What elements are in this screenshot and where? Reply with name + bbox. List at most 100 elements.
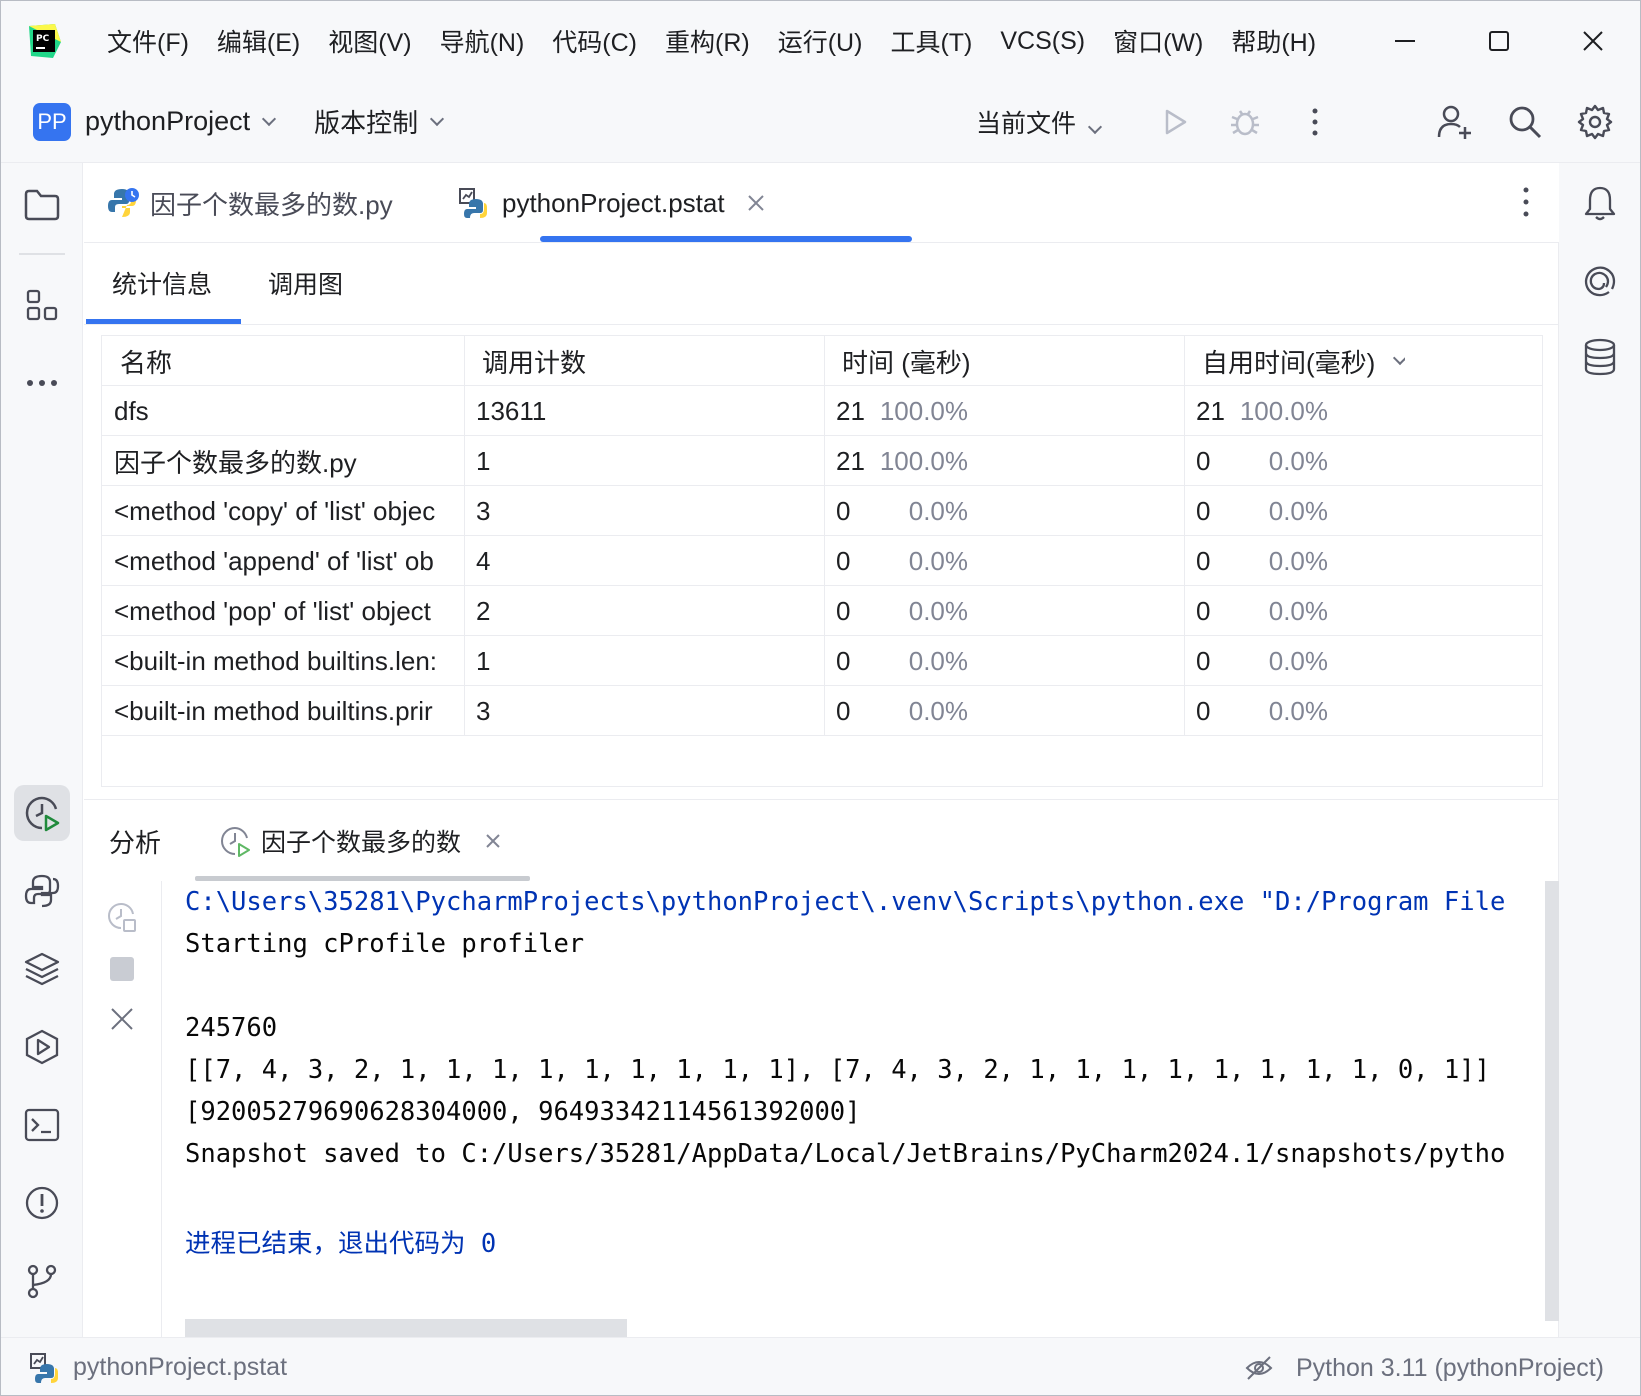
menu-file[interactable]: 文件(F) xyxy=(107,23,189,59)
column-divider[interactable] xyxy=(1184,336,1185,736)
search-everywhere-button[interactable] xyxy=(1490,81,1560,163)
close-tab-icon[interactable] xyxy=(747,194,765,212)
run-button[interactable] xyxy=(1140,81,1210,163)
settings-button[interactable] xyxy=(1560,81,1630,163)
cell-name: <built-in method builtins.prir xyxy=(114,695,433,726)
editor-tab-pstat[interactable]: pythonProject.pstat xyxy=(458,163,765,243)
status-breadcrumb[interactable]: pythonProject.pstat xyxy=(73,1353,287,1382)
problems-icon xyxy=(25,1186,59,1220)
status-right: Python 3.11 (pythonProject) xyxy=(1244,1338,1604,1395)
stop-button[interactable] xyxy=(110,957,134,981)
vcs-widget[interactable]: 版本控制 xyxy=(314,103,418,140)
database-button[interactable] xyxy=(1572,329,1628,385)
menu-code[interactable]: 代码(C) xyxy=(552,23,637,59)
bell-icon xyxy=(1584,186,1616,221)
table-row[interactable]: <built-in method builtins.len: 1 0 0.0% … xyxy=(102,636,1542,686)
table-row[interactable]: <method 'copy' of 'list' objec 3 0 0.0% … xyxy=(102,486,1542,536)
rerun-profiler-button[interactable] xyxy=(106,901,138,940)
column-header-name[interactable]: 名称 xyxy=(120,336,172,386)
cell-own-percent: 0.0% xyxy=(1268,645,1328,676)
table-row[interactable]: <method 'pop' of 'list' object 2 0 0.0% … xyxy=(102,586,1542,636)
more-tools-button[interactable] xyxy=(14,355,70,411)
project-tool-button[interactable] xyxy=(14,177,70,233)
cell-calls: 3 xyxy=(476,495,491,526)
more-actions-button[interactable] xyxy=(1280,81,1350,163)
column-header-own-time[interactable]: 自用时间(毫秒) xyxy=(1202,336,1406,386)
menu-edit[interactable]: 编辑(E) xyxy=(217,23,300,59)
menu-help[interactable]: 帮助(H) xyxy=(1231,23,1316,59)
chevron-down-icon xyxy=(262,111,277,126)
tab-label: 调用图 xyxy=(268,271,344,299)
profiler-tool-button[interactable] xyxy=(14,785,70,841)
project-badge[interactable]: PP xyxy=(33,102,71,141)
close-console-button[interactable] xyxy=(110,1007,134,1038)
column-header-time[interactable]: 时间 (毫秒) xyxy=(842,336,971,386)
project-selector[interactable]: pythonProject xyxy=(85,106,250,137)
console-line: Starting cProfile profiler xyxy=(185,929,585,959)
close-tab-icon[interactable] xyxy=(485,833,501,849)
ai-spiral-icon xyxy=(1584,266,1616,297)
console-output[interactable]: C:\Users\35281\PycharmProjects\pythonPro… xyxy=(163,881,1559,1337)
menu-navigate[interactable]: 导航(N) xyxy=(440,23,525,59)
active-subtab-indicator xyxy=(86,319,241,324)
structure-tool-button[interactable] xyxy=(14,277,70,333)
horizontal-scrollbar[interactable] xyxy=(185,1319,627,1337)
table-row[interactable]: <built-in method builtins.prir 3 0 0.0% … xyxy=(102,686,1542,736)
menu-run[interactable]: 运行(U) xyxy=(778,23,863,59)
notifications-button[interactable] xyxy=(1572,175,1628,231)
minimize-button[interactable] xyxy=(1358,1,1452,81)
menu-window[interactable]: 窗口(W) xyxy=(1113,23,1203,59)
interpreter-selector[interactable]: Python 3.11 (pythonProject) xyxy=(1296,1354,1604,1383)
pycharm-logo-icon: PC xyxy=(25,22,63,60)
problems-tool-button[interactable] xyxy=(14,1175,70,1231)
menu-view[interactable]: 视图(V) xyxy=(328,23,411,59)
table-row[interactable]: dfs 13611 21 100.0% 21 100.0% xyxy=(102,386,1542,436)
column-header-calls[interactable]: 调用计数 xyxy=(482,336,586,386)
cell-time: 0 xyxy=(836,695,851,726)
left-tool-strip xyxy=(1,163,83,1337)
column-divider[interactable] xyxy=(824,336,825,736)
ide-window: PC 文件(F) 编辑(E) 视图(V) 导航(N) 代码(C) 重构(R) 运… xyxy=(0,0,1641,1396)
git-tool-button[interactable] xyxy=(14,1253,70,1309)
bug-icon xyxy=(1231,110,1259,136)
tab-statistics[interactable]: 统计信息 xyxy=(112,243,212,323)
menu-tools[interactable]: 工具(T) xyxy=(890,23,972,59)
code-with-me-button[interactable] xyxy=(1420,81,1490,163)
close-icon xyxy=(111,1008,133,1030)
editor-tab-py[interactable]: 因子个数最多的数.py xyxy=(108,163,393,243)
column-header-label: 自用时间(毫秒) xyxy=(1202,347,1376,378)
menu-vcs[interactable]: VCS(S) xyxy=(1000,27,1085,56)
console-toolbar xyxy=(84,881,162,1337)
structure-icon xyxy=(26,289,58,321)
table-row[interactable]: 因子个数最多的数.py 1 21 100.0% 0 0.0% xyxy=(102,436,1542,486)
services-tool-button[interactable] xyxy=(14,1019,70,1075)
inspections-off-icon[interactable] xyxy=(1244,1353,1274,1383)
python-packages-button[interactable] xyxy=(14,863,70,919)
add-user-icon xyxy=(1437,105,1471,139)
debug-button[interactable] xyxy=(1210,81,1280,163)
console-line: C:\Users\35281\PycharmProjects\pythonPro… xyxy=(185,887,1506,917)
ai-assistant-button[interactable] xyxy=(1572,253,1628,309)
cell-time: 0 xyxy=(836,495,851,526)
maximize-button[interactable] xyxy=(1452,1,1546,81)
cell-time-percent: 0.0% xyxy=(908,595,968,626)
tab-call-graph[interactable]: 调用图 xyxy=(268,243,343,323)
layers-tool-button[interactable] xyxy=(14,941,70,997)
terminal-tool-button[interactable] xyxy=(14,1097,70,1153)
maximize-icon xyxy=(1489,31,1509,51)
close-window-button[interactable] xyxy=(1546,1,1640,81)
table-row[interactable]: <method 'append' of 'list' ob 4 0 0.0% 0… xyxy=(102,536,1542,586)
cell-own-time: 0 xyxy=(1196,445,1211,476)
run-config-selector[interactable]: 当前文件 xyxy=(976,104,1103,140)
tab-label: 统计信息 xyxy=(112,271,213,299)
column-divider[interactable] xyxy=(464,336,465,736)
terminal-icon xyxy=(24,1108,60,1142)
folder-icon xyxy=(24,189,60,221)
cell-time-percent: 100.0% xyxy=(879,445,968,476)
run-tab-label: 因子个数最多的数 xyxy=(261,829,462,857)
vertical-scrollbar[interactable] xyxy=(1545,881,1559,1321)
editor-tabs-more-button[interactable] xyxy=(1521,185,1531,226)
menu-refactor[interactable]: 重构(R) xyxy=(665,23,750,59)
cell-own-time: 0 xyxy=(1196,695,1211,726)
run-tab[interactable]: 因子个数最多的数 xyxy=(219,800,501,882)
